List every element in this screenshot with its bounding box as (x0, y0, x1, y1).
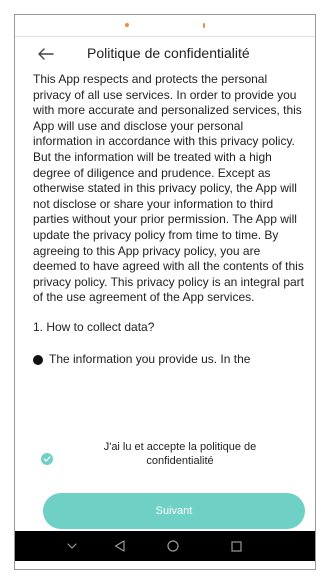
battery-icon (203, 23, 205, 28)
triangle-back-icon (114, 540, 125, 552)
policy-content[interactable]: This App respects and protects the perso… (33, 72, 305, 372)
consent-checkbox[interactable] (41, 453, 53, 465)
next-button[interactable]: Suivant (43, 493, 305, 529)
section-heading: 1. How to collect data? (33, 319, 155, 334)
page-title: Politique de confidentialité (87, 45, 250, 61)
chevron-down-icon (67, 543, 77, 549)
nav-home-button[interactable] (165, 538, 181, 554)
nav-recents-button[interactable] (228, 538, 244, 554)
policy-body: This App respects and protects the perso… (33, 72, 304, 305)
consent-row[interactable]: J'ai lu et accepte la politique de confi… (15, 439, 315, 479)
circle-home-icon (167, 540, 179, 552)
phone-screen: Politique de confidentialité This App re… (14, 14, 316, 570)
nav-hide-keyboard-button[interactable] (64, 538, 80, 554)
bullet-icon (33, 354, 43, 365)
consent-label: J'ai lu et accepte la politique de confi… (103, 441, 257, 467)
notification-dot-icon (125, 23, 129, 27)
navigation-bar (15, 531, 315, 561)
arrow-left-icon (38, 48, 54, 60)
nav-back-button[interactable] (111, 538, 127, 554)
scroll-fade (15, 365, 315, 377)
check-circle-icon (43, 456, 51, 462)
header: Politique de confidentialité (15, 37, 315, 71)
square-recents-icon (230, 540, 242, 552)
back-button[interactable] (33, 41, 59, 67)
status-bar (15, 15, 315, 37)
